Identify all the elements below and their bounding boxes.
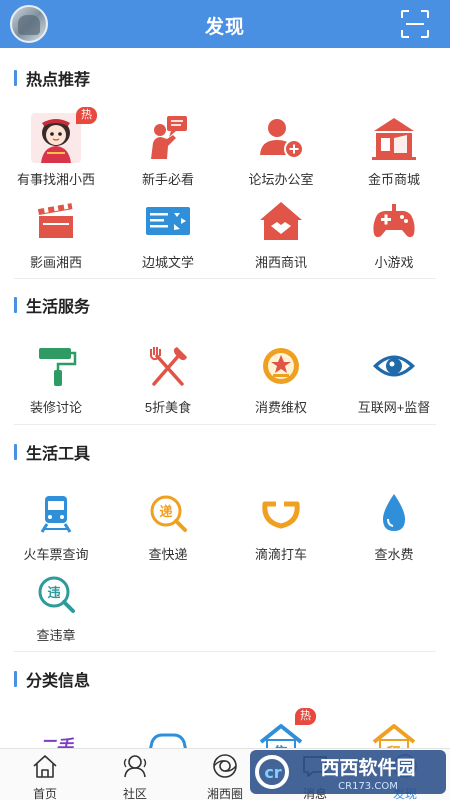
grid-item-water-bill[interactable]: 查水费 [338, 488, 450, 563]
grid-item-didi[interactable]: 滴滴打车 [225, 488, 337, 563]
grid-item-assistant[interactable]: 热 有事找湘小西 [0, 107, 112, 188]
nav-item-community[interactable]: 社区 [90, 749, 180, 800]
grid-item-label: 有事找湘小西 [16, 172, 95, 187]
section-marker [14, 70, 17, 86]
section-divider [14, 278, 436, 279]
newbie-guide-icon [143, 113, 193, 163]
section-title: 生活服务 [26, 299, 91, 316]
grid-item-internet-supervision[interactable]: 互联网+监督 [338, 341, 450, 416]
grid-item-label: 查水费 [374, 547, 414, 562]
watermark-logo: cr 西西软件园 CR173.COM [250, 750, 446, 794]
section-header-tools: 生活工具 [14, 441, 90, 463]
eye-icon [369, 341, 419, 391]
grid-item-label: 装修讨论 [29, 400, 82, 415]
didi-icon [256, 488, 306, 538]
watermark-text: 西西软件园 [320, 756, 415, 779]
section-marker [14, 444, 17, 460]
hot-badge: 热 [76, 107, 97, 124]
grid-item-label: 金币商城 [367, 172, 420, 187]
grid-item-label: 论坛办公室 [248, 172, 314, 187]
watermark-url: CR173.COM [338, 781, 398, 792]
express-glyph: 递 [159, 504, 172, 520]
scan-icon[interactable] [400, 9, 430, 39]
section-title: 分类信息 [26, 673, 91, 690]
section-title: 生活工具 [26, 446, 91, 463]
film-clapper-icon [31, 196, 81, 246]
grid-item-label: 边城文学 [141, 255, 194, 270]
express-search-icon: 递 [143, 488, 193, 538]
gamepad-icon [369, 196, 419, 246]
page-title: 发现 [204, 17, 245, 38]
traffic-violation-icon: 违 [31, 569, 81, 619]
section-header-hot: 热点推荐 [14, 67, 90, 89]
grid-item-food-discount[interactable]: 5折美食 [112, 341, 224, 416]
grid-item-renovation[interactable]: 装修讨论 [0, 341, 112, 416]
section-divider [14, 651, 436, 652]
section-title: 热点推荐 [26, 72, 91, 89]
section-marker [14, 297, 17, 313]
grid-item-label: 消费维权 [254, 400, 307, 415]
grid-item-coin-mall[interactable]: 金币商城 [338, 113, 450, 188]
violation-glyph: 违 [47, 585, 60, 601]
nav-item-home[interactable]: 首页 [0, 749, 90, 800]
grid-item-label: 互联网+监督 [357, 400, 431, 415]
grid-item-forum-office[interactable]: 论坛办公室 [225, 113, 337, 188]
grid-item-traffic-violation[interactable]: 违 查违章 [0, 569, 112, 644]
nav-label: 社区 [122, 787, 147, 800]
paint-roller-icon [31, 341, 81, 391]
grid-item-literature[interactable]: 边城文学 [112, 196, 224, 271]
grid-item-newbie-guide[interactable]: 新手必看 [112, 113, 224, 188]
business-news-icon [256, 196, 306, 246]
section-header-life: 生活服务 [14, 294, 90, 316]
hot-badge: 热 [295, 708, 316, 725]
train-icon [31, 488, 81, 538]
forum-office-icon [256, 113, 306, 163]
grid-item-label: 小游戏 [374, 255, 414, 270]
mascot-avatar-icon: 热 [31, 107, 97, 163]
grid-item-label: 查快递 [148, 547, 188, 562]
grid-item-label: 影画湘西 [29, 255, 82, 270]
community-icon [123, 755, 147, 778]
water-drop-icon [369, 488, 419, 538]
section-divider [14, 424, 436, 425]
grid-item-business-news[interactable]: 湘西商讯 [225, 196, 337, 271]
grid-item-consumer-rights[interactable]: 消费维权 [225, 341, 337, 416]
grid-item-express[interactable]: 递 查快递 [112, 488, 224, 563]
literature-card-icon [143, 196, 193, 246]
section-marker [14, 671, 17, 687]
section-header-classified: 分类信息 [14, 668, 90, 690]
top-bar: 发现 [0, 0, 450, 48]
grid-item-label: 火车票查询 [23, 547, 89, 562]
grid-item-mini-games[interactable]: 小游戏 [338, 196, 450, 271]
consumer-rights-emblem-icon [256, 341, 306, 391]
nav-label: 首页 [32, 787, 57, 800]
grid-item-label: 新手必看 [141, 172, 194, 187]
watermark-logo-letters: cr [264, 763, 281, 782]
grid-item-label: 查违章 [36, 628, 76, 643]
coin-mall-icon [369, 113, 419, 163]
home-icon [33, 755, 57, 778]
fork-knife-icon [143, 341, 193, 391]
grid-item-label: 湘西商讯 [254, 255, 307, 270]
grid-item-film[interactable]: 影画湘西 [0, 196, 112, 271]
xiangxi-circle-icon [213, 754, 237, 778]
grid-item-train-tickets[interactable]: 火车票查询 [0, 488, 112, 563]
grid-item-label: 5折美食 [144, 400, 192, 415]
grid-item-label: 滴滴打车 [254, 547, 307, 562]
